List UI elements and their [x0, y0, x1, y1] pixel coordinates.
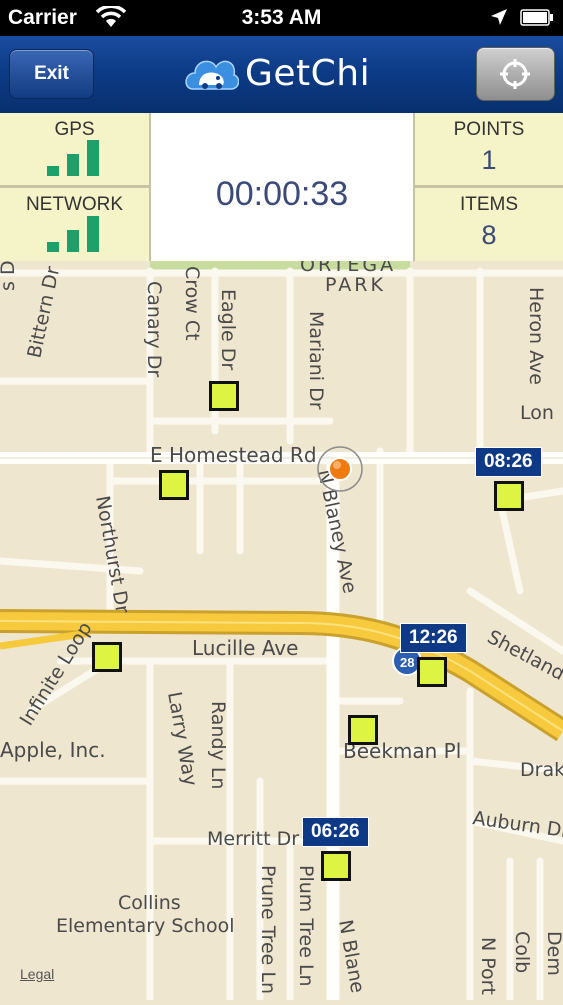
points-cell: POINTS 1 — [415, 113, 563, 185]
gps-label: GPS — [54, 119, 95, 140]
items-label: ITEMS — [459, 194, 519, 215]
clock: 3:53 AM — [241, 6, 322, 29]
street-label: Mariani Dr — [305, 311, 327, 410]
app-logo-icon — [185, 60, 239, 90]
gps-cell: GPS — [0, 113, 149, 185]
status-bar: Carrier 3:53 AM — [0, 0, 563, 36]
street-label: N Port — [477, 937, 499, 995]
crosshair-icon — [500, 59, 530, 89]
street-label: Merritt Dr — [207, 828, 299, 850]
network-cell: NETWORK — [0, 188, 149, 261]
street-label: Crow Ct — [181, 266, 203, 341]
current-location-icon — [328, 457, 352, 481]
network-signal-icon — [47, 216, 99, 252]
battery-icon — [520, 9, 553, 26]
points-label: POINTS — [453, 119, 525, 140]
location-highlight — [333, 461, 341, 469]
points-value: 1 — [481, 145, 497, 175]
timer-value: 00:00:33 — [215, 175, 349, 213]
items-value: 8 — [481, 220, 497, 250]
gps-signal-icon — [47, 140, 99, 176]
highway-shield-label: 28 — [400, 655, 414, 670]
poi-label: Collins — [118, 892, 181, 914]
legal-link[interactable]: Legal — [20, 966, 54, 982]
map-view[interactable]: 28 ORTEGA PARK s Dr Bittern Dr Canary Dr… — [0, 252, 563, 1004]
poi-label: Elementary School — [56, 915, 234, 937]
item-marker[interactable] — [92, 642, 122, 672]
item-marker[interactable] — [417, 657, 447, 687]
exit-button[interactable]: Exit — [9, 49, 94, 99]
street-label: Heron Ave — [525, 287, 547, 385]
street-label: Drak — [520, 759, 563, 781]
stats-panel: GPS NETWORK 00:00:33 POINTS 1 ITEMS 8 — [0, 113, 563, 261]
street-label: Eagle Dr — [217, 289, 239, 370]
park-label-2: PARK — [325, 274, 386, 296]
items-cell: ITEMS 8 — [415, 188, 563, 261]
locate-me-button[interactable] — [476, 47, 555, 101]
street-label: Prune Tree Ln — [257, 865, 279, 994]
app-name: GetChi — [245, 53, 371, 94]
street-label: Dem — [543, 931, 563, 976]
item-marker[interactable] — [348, 715, 378, 745]
app-brand: GetChi — [185, 47, 385, 102]
elapsed-timer: 00:00:33 — [151, 113, 413, 261]
street-label: Apple, Inc. — [0, 738, 106, 762]
street-label: Colb — [511, 931, 533, 973]
street-label: Lon — [520, 402, 554, 424]
item-marker[interactable] — [321, 851, 351, 881]
app-header: Exit GetChi — [0, 36, 563, 114]
street-label: Canary Dr — [143, 281, 165, 377]
item-marker[interactable] — [494, 481, 524, 511]
time-label[interactable]: 12:26 — [400, 623, 467, 653]
item-marker[interactable] — [159, 470, 189, 500]
item-marker[interactable] — [209, 381, 239, 411]
location-arrow-icon — [491, 9, 507, 25]
network-label: NETWORK — [25, 194, 124, 215]
time-label[interactable]: 08:26 — [475, 447, 542, 477]
map-canvas: 28 ORTEGA PARK s Dr Bittern Dr Canary Dr… — [0, 252, 563, 1004]
street-label: Randy Ln — [207, 701, 229, 789]
street-label: E Homestead Rd — [150, 443, 317, 467]
street-label: Plum Tree Ln — [295, 865, 317, 987]
street-label: s Dr — [0, 261, 19, 291]
time-label[interactable]: 06:26 — [302, 817, 369, 847]
street-label: Lucille Ave — [192, 636, 298, 660]
